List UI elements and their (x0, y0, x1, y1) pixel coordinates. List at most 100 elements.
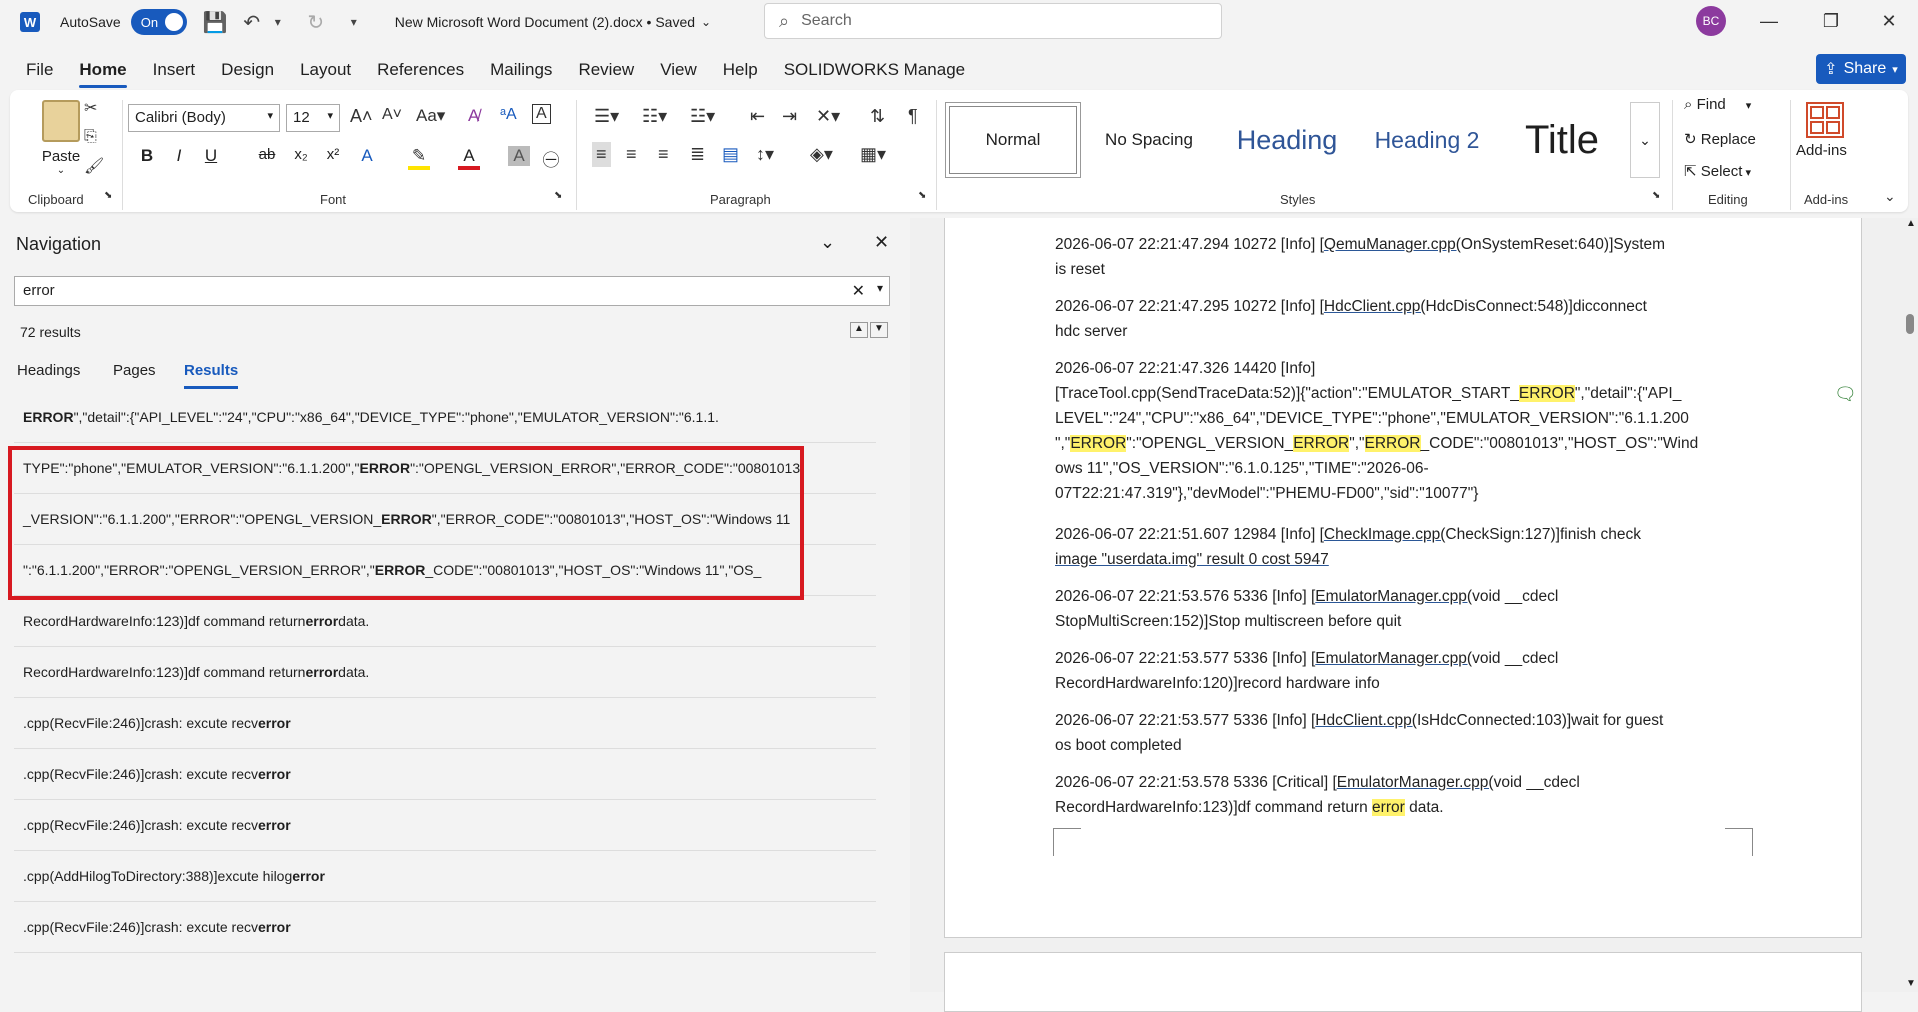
tab-mailings[interactable]: Mailings (490, 56, 552, 84)
tab-layout[interactable]: Layout (300, 56, 351, 84)
close-icon[interactable]: ✕ (1874, 6, 1904, 36)
paste-button[interactable]: Paste ⌄ (30, 100, 92, 176)
strikethrough-icon[interactable]: ab (256, 146, 278, 163)
chevron-down-icon[interactable]: ⌄ (701, 15, 711, 29)
clear-formatting-icon[interactable]: A̸ (468, 106, 479, 126)
select-button[interactable]: ⇱ Select ▾ (1684, 162, 1751, 180)
tab-review[interactable]: Review (578, 56, 634, 84)
distributed-icon[interactable]: ▤ (722, 144, 739, 165)
line-spacing-icon[interactable]: ↕▾ (756, 144, 774, 165)
tab-help[interactable]: Help (723, 56, 758, 84)
style-title[interactable]: Title (1497, 102, 1627, 178)
borders-icon[interactable]: ▦▾ (860, 144, 886, 165)
search-result-item[interactable]: .cpp(RecvFile:246)]crash: excute recv er… (14, 800, 876, 851)
align-center-icon[interactable]: ≡ (626, 144, 637, 165)
customize-toolbar-icon[interactable]: ▾ (343, 15, 365, 29)
phonetic-guide-icon[interactable]: ᵃA (500, 106, 517, 124)
search-result-item[interactable]: .cpp(RecvFile:246)]crash: excute recv er… (14, 902, 876, 953)
font-size-select[interactable]: 12 ▾ (286, 104, 340, 132)
character-shading-icon[interactable]: A (508, 146, 530, 166)
add-ins-button[interactable]: Add-ins (1796, 142, 1847, 159)
sort-icon[interactable]: ⇅ (870, 106, 885, 127)
bullets-icon[interactable]: ☰▾ (594, 106, 619, 127)
increase-indent-icon[interactable]: ⇥ (782, 106, 797, 127)
copy-icon[interactable]: ⎘ (84, 128, 97, 146)
align-right-icon[interactable]: ≡ (658, 144, 669, 165)
show-formatting-marks-icon[interactable]: ¶ (908, 106, 918, 127)
cut-icon[interactable]: ✂ (84, 98, 97, 118)
highlight-icon[interactable]: ✎ (408, 146, 430, 170)
subscript-icon[interactable]: x₂ (290, 146, 312, 163)
navigation-search-input[interactable]: error ✕ ▾ (14, 276, 890, 306)
styles-more-button[interactable]: ⌄ (1630, 102, 1660, 178)
shrink-font-icon[interactable]: A˅ (382, 106, 402, 124)
styles-launcher-icon[interactable]: ⬊ (1652, 190, 1660, 201)
paragraph-launcher-icon[interactable]: ⬊ (918, 190, 926, 201)
add-ins-icon[interactable] (1806, 102, 1844, 138)
tab-insert[interactable]: Insert (153, 56, 196, 84)
save-icon[interactable]: 💾 (203, 10, 228, 35)
vertical-scrollbar[interactable] (1904, 218, 1918, 992)
search-options-icon[interactable]: ▾ (877, 281, 883, 295)
tab-references[interactable]: References (377, 56, 464, 84)
search-result-item[interactable]: .cpp(RecvFile:246)]crash: excute recv er… (14, 698, 876, 749)
font-launcher-icon[interactable]: ⬊ (554, 190, 562, 201)
find-button[interactable]: ⌕ Find ▾ (1684, 96, 1751, 113)
italic-icon[interactable]: I (168, 146, 190, 166)
document-page[interactable]: 2026-06-07 22:21:47.294 10272 [Info] [Qe… (944, 218, 1862, 938)
grow-font-icon[interactable]: A˄ (350, 106, 373, 127)
search-result-item[interactable]: RecordHardwareInfo:123)]df command retur… (14, 596, 876, 647)
chevron-down-icon[interactable]: ⌄ (820, 232, 835, 253)
underline-icon[interactable]: U (200, 146, 222, 166)
next-result-icon[interactable]: ▼ (870, 322, 888, 338)
asian-layout-icon[interactable]: ✕▾ (816, 106, 840, 127)
justify-icon[interactable]: ≣ (690, 144, 705, 165)
tab-solidworks-manage[interactable]: SOLIDWORKS Manage (784, 56, 965, 84)
character-border-icon[interactable]: A (532, 104, 551, 124)
tab-pages[interactable]: Pages (113, 362, 156, 379)
tab-home[interactable]: Home (79, 56, 127, 88)
comment-icon[interactable]: 🗨 (1834, 384, 1857, 405)
search-result-item[interactable]: .cpp(AddHilogToDirectory:388)]excute hil… (14, 851, 876, 902)
style-heading[interactable]: Heading (1217, 102, 1357, 178)
text-effects-icon[interactable]: A (356, 146, 378, 166)
enclose-characters-icon[interactable]: ㊀ (540, 146, 562, 171)
undo-icon[interactable]: ↶ (241, 10, 263, 35)
shading-icon[interactable]: ◈▾ (810, 144, 833, 165)
format-painter-icon[interactable]: 🖌 (84, 156, 104, 176)
share-button[interactable]: ⇪ Share ▾ (1816, 54, 1906, 84)
align-left-icon[interactable]: ≡ (592, 142, 611, 167)
tab-file[interactable]: File (26, 56, 53, 84)
redo-icon[interactable]: ↻ (305, 10, 327, 35)
clear-search-icon[interactable]: ✕ (852, 281, 865, 301)
document-title[interactable]: New Microsoft Word Document (2).docx • S… (395, 14, 695, 30)
multilevel-list-icon[interactable]: ☳▾ (690, 106, 715, 127)
restore-icon[interactable]: ❐ (1816, 6, 1846, 36)
tab-headings[interactable]: Headings (17, 362, 80, 379)
superscript-icon[interactable]: x² (322, 146, 344, 163)
avatar[interactable]: BC (1696, 6, 1726, 36)
autosave-toggle[interactable]: On (130, 9, 187, 35)
minimize-icon[interactable]: — (1754, 6, 1784, 36)
numbering-icon[interactable]: ☷▾ (642, 106, 667, 127)
undo-dropdown-icon[interactable]: ▾ (267, 15, 289, 29)
scroll-up-icon[interactable]: ▲ (1906, 218, 1916, 229)
scrollbar-thumb[interactable] (1906, 314, 1914, 334)
search-result-item[interactable]: .cpp(RecvFile:246)]crash: excute recv er… (14, 749, 876, 800)
clipboard-launcher-icon[interactable]: ⬊ (104, 190, 112, 201)
bold-icon[interactable]: B (136, 146, 158, 166)
search-result-item[interactable]: ERROR ","detail":{"API_LEVEL":"24","CPU":… (14, 392, 876, 443)
tab-view[interactable]: View (660, 56, 697, 84)
decrease-indent-icon[interactable]: ⇤ (750, 106, 765, 127)
search-result-item[interactable]: RecordHardwareInfo:123)]df command retur… (14, 647, 876, 698)
previous-result-icon[interactable]: ▲ (850, 322, 868, 338)
collapse-ribbon-icon[interactable]: ⌄ (1884, 188, 1896, 205)
replace-button[interactable]: ↻ Replace (1684, 130, 1756, 148)
change-case-icon[interactable]: Aa▾ (416, 106, 445, 126)
tab-design[interactable]: Design (221, 56, 274, 84)
font-color-icon[interactable]: A (458, 146, 480, 170)
close-icon[interactable]: ✕ (874, 232, 889, 253)
style-no-spacing[interactable]: No Spacing (1081, 102, 1217, 178)
scroll-down-icon[interactable]: ▼ (1906, 978, 1916, 989)
tab-results[interactable]: Results (184, 362, 239, 389)
